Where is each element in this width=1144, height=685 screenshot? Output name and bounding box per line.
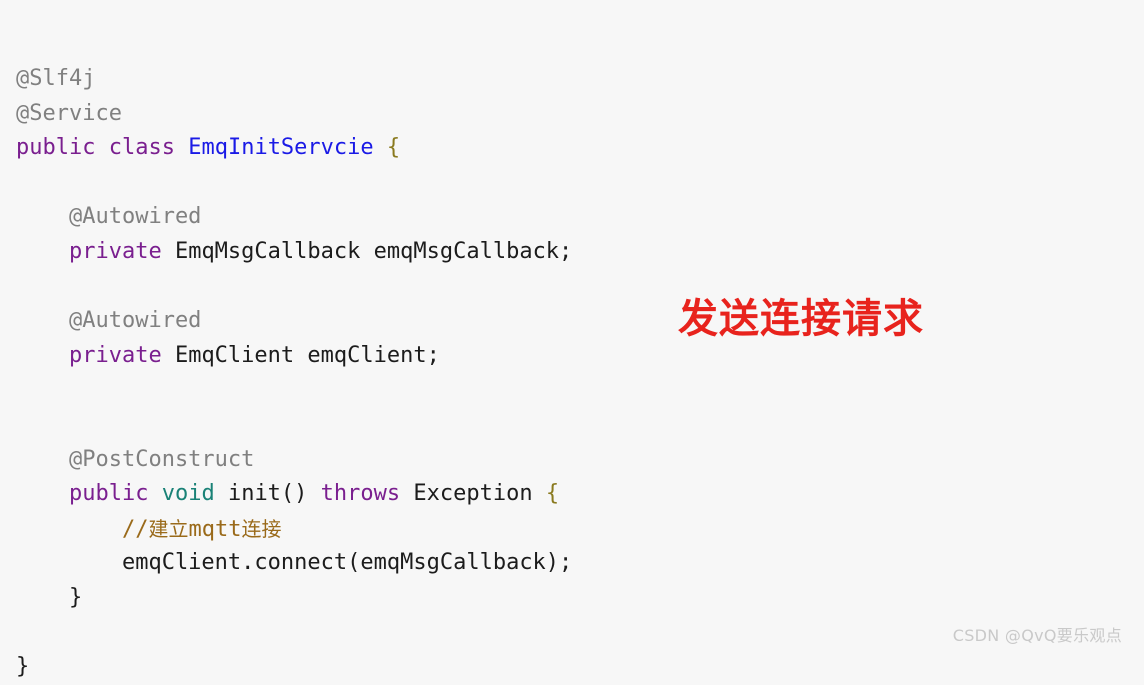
code-token-comment: //建立mqtt连接 [121, 516, 282, 542]
code-token-keyword: class [108, 135, 175, 161]
code-token-plain: EmqMsgCallback emqMsgCallback; [161, 238, 573, 264]
code-token-annotation: @PostConstruct [16, 446, 255, 472]
code-token-annotation: @Autowired [16, 308, 202, 334]
code-token-classname: EmqInitServcie [188, 135, 374, 161]
code-token-keyword: private [68, 342, 162, 368]
code-line: @Service [16, 97, 572, 132]
red-annotation-send-connect-request: 发送连接请求 [678, 296, 924, 342]
csdn-watermark: CSDN @QvQ要乐观点 [952, 626, 1122, 645]
code-token-plain: Exception [400, 481, 546, 507]
code-line: } [16, 581, 572, 616]
code-line: //建立mqtt连接 [16, 512, 572, 547]
code-token-brace: { [545, 481, 560, 507]
code-line: private EmqClient emqClient; [16, 339, 572, 374]
code-line: } [16, 650, 572, 685]
code-token-keyword: public [16, 135, 96, 161]
code-line: @PostConstruct [16, 443, 572, 478]
code-token-plain: EmqClient emqClient; [161, 342, 440, 368]
code-token-brace-dark: } [16, 584, 83, 610]
code-token-type-kw: void [161, 481, 215, 507]
code-token-brace: { [386, 135, 401, 161]
code-token-plain: emqClient.connect(emqMsgCallback); [16, 550, 573, 576]
code-token-keyword: public [68, 481, 149, 507]
code-line: public void init() throws Exception { [16, 477, 572, 512]
code-line: @Slf4j [16, 62, 572, 97]
code-line: public class EmqInitServcie { [16, 131, 572, 166]
code-line: @Autowired [16, 304, 572, 339]
code-token-annotation: @Service [16, 100, 122, 126]
code-token-keyword: throws [320, 481, 401, 507]
code-token-keyword: private [68, 238, 162, 264]
code-line: emqClient.connect(emqMsgCallback); [16, 546, 572, 581]
screenshot-canvas: @Slf4j @Service public class EmqInitServci… [0, 0, 1144, 679]
code-token-plain: init() [214, 481, 321, 507]
code-token-annotation: @Slf4j [16, 66, 96, 91]
code-editor-content[interactable]: @Slf4j @Service public class EmqInitServci… [16, 62, 572, 685]
code-token-annotation: @Autowired [16, 204, 202, 230]
code-line: private EmqMsgCallback emqMsgCallback; [16, 235, 572, 270]
code-line: @Autowired [16, 200, 572, 235]
